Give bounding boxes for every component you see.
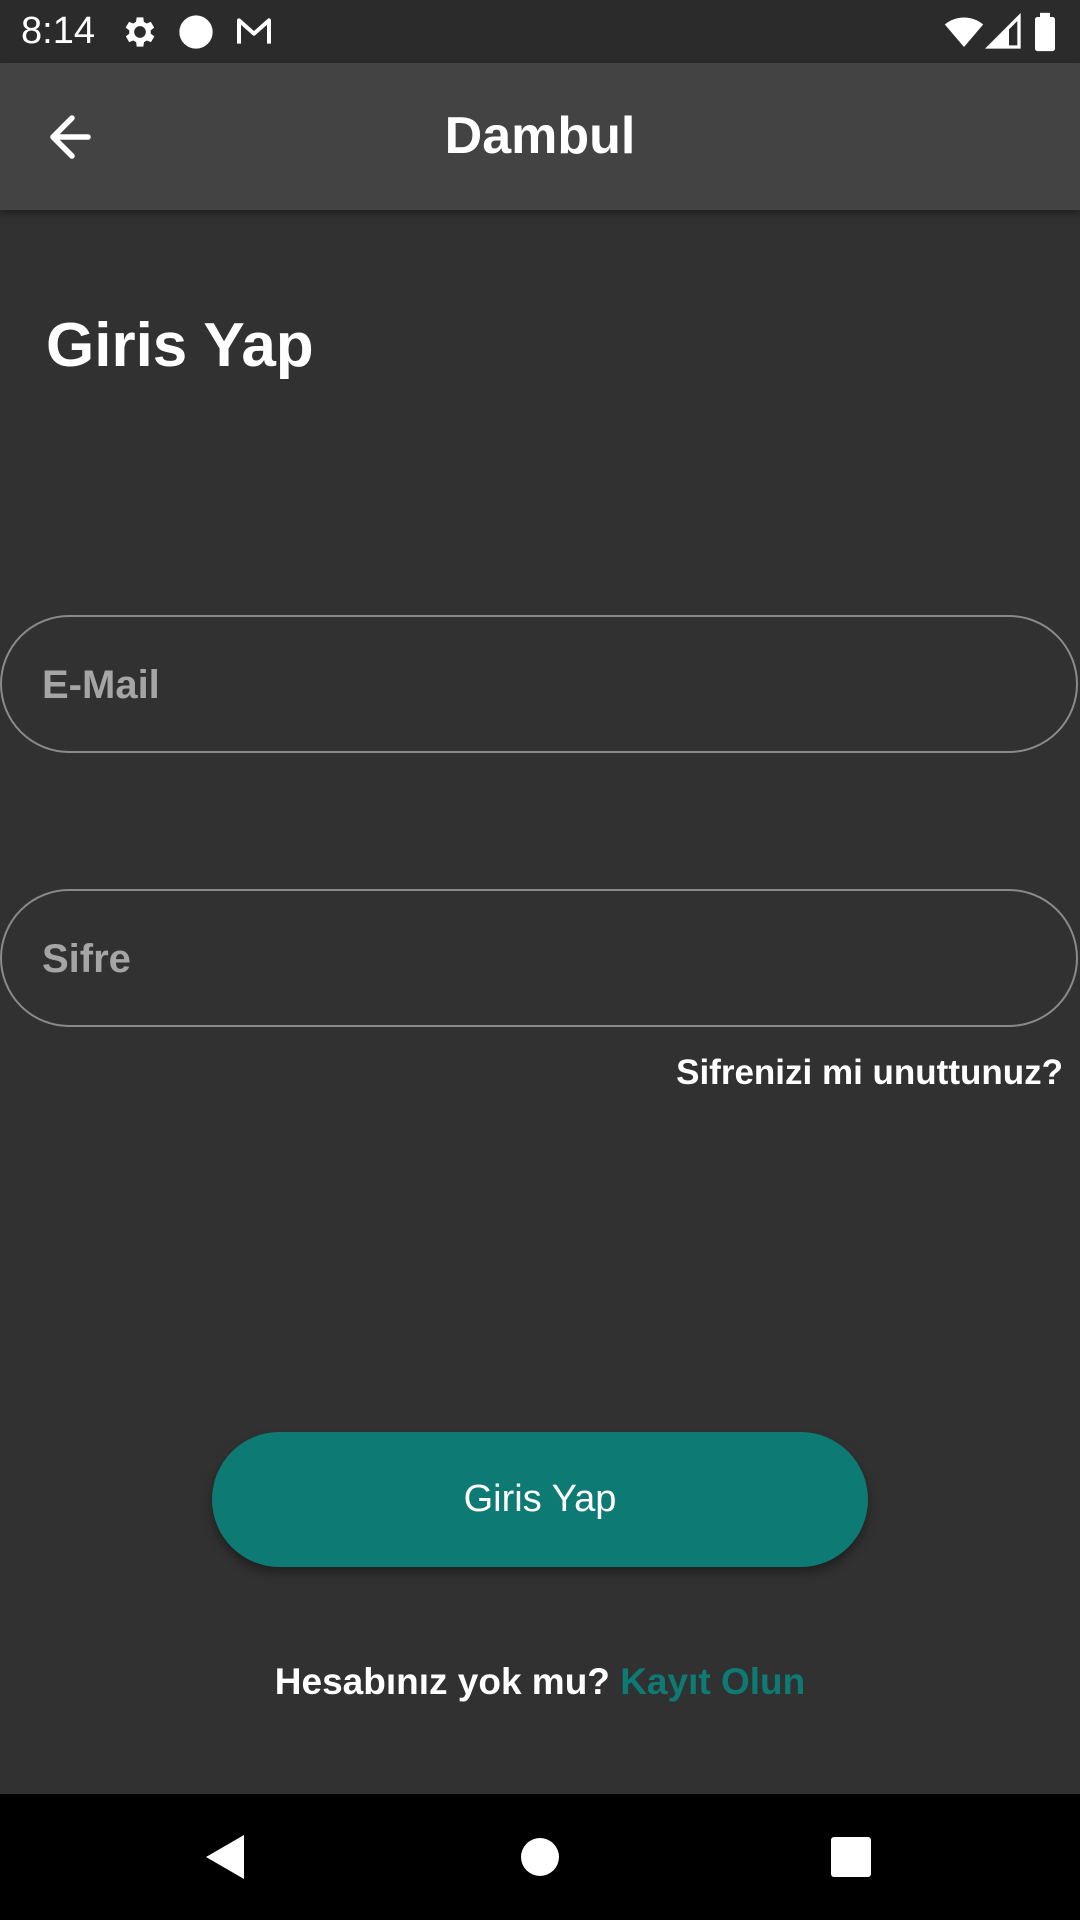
email-input[interactable]: [40, 617, 1044, 753]
recents-square-icon: [821, 1827, 881, 1887]
circle-icon: [176, 12, 216, 52]
nav-back-button[interactable]: [196, 1827, 256, 1887]
arrow-left-icon: [38, 107, 108, 167]
back-triangle-icon: [196, 1827, 256, 1887]
password-input[interactable]: [40, 891, 1044, 1027]
nav-recents-button[interactable]: [821, 1827, 881, 1887]
back-button[interactable]: [38, 107, 108, 167]
app-title: Dambul: [444, 107, 636, 165]
register-link[interactable]: Kayıt Olun: [620, 1661, 805, 1702]
status-bar: 8:14: [0, 0, 1080, 63]
signal-icon: [984, 12, 1024, 52]
register-row: Hesabınız yok mu? Kayıt Olun: [0, 1656, 1080, 1708]
password-field-container: [0, 889, 1078, 1027]
login-button[interactable]: Giris Yap: [212, 1432, 868, 1567]
app-bar: Dambul: [0, 63, 1080, 210]
status-time: 8:14: [21, 10, 95, 52]
register-prompt: Hesabınız yok mu?: [274, 1661, 610, 1702]
wifi-icon: [944, 12, 984, 52]
forgot-password-link[interactable]: Sifrenizi mi unuttunuz?: [676, 1048, 1063, 1098]
gmail-icon: [234, 12, 274, 52]
home-circle-icon: [510, 1827, 570, 1887]
page-heading: Giris Yap: [46, 311, 314, 380]
navigation-bar: [0, 1794, 1080, 1920]
battery-icon: [1030, 12, 1060, 52]
nav-home-button[interactable]: [510, 1827, 570, 1887]
email-field-container: [0, 615, 1078, 753]
gear-icon: [120, 12, 160, 52]
login-screen: 8:14 Dambul Giris Yap E-Mail Sifrenizi m…: [0, 0, 1080, 1920]
